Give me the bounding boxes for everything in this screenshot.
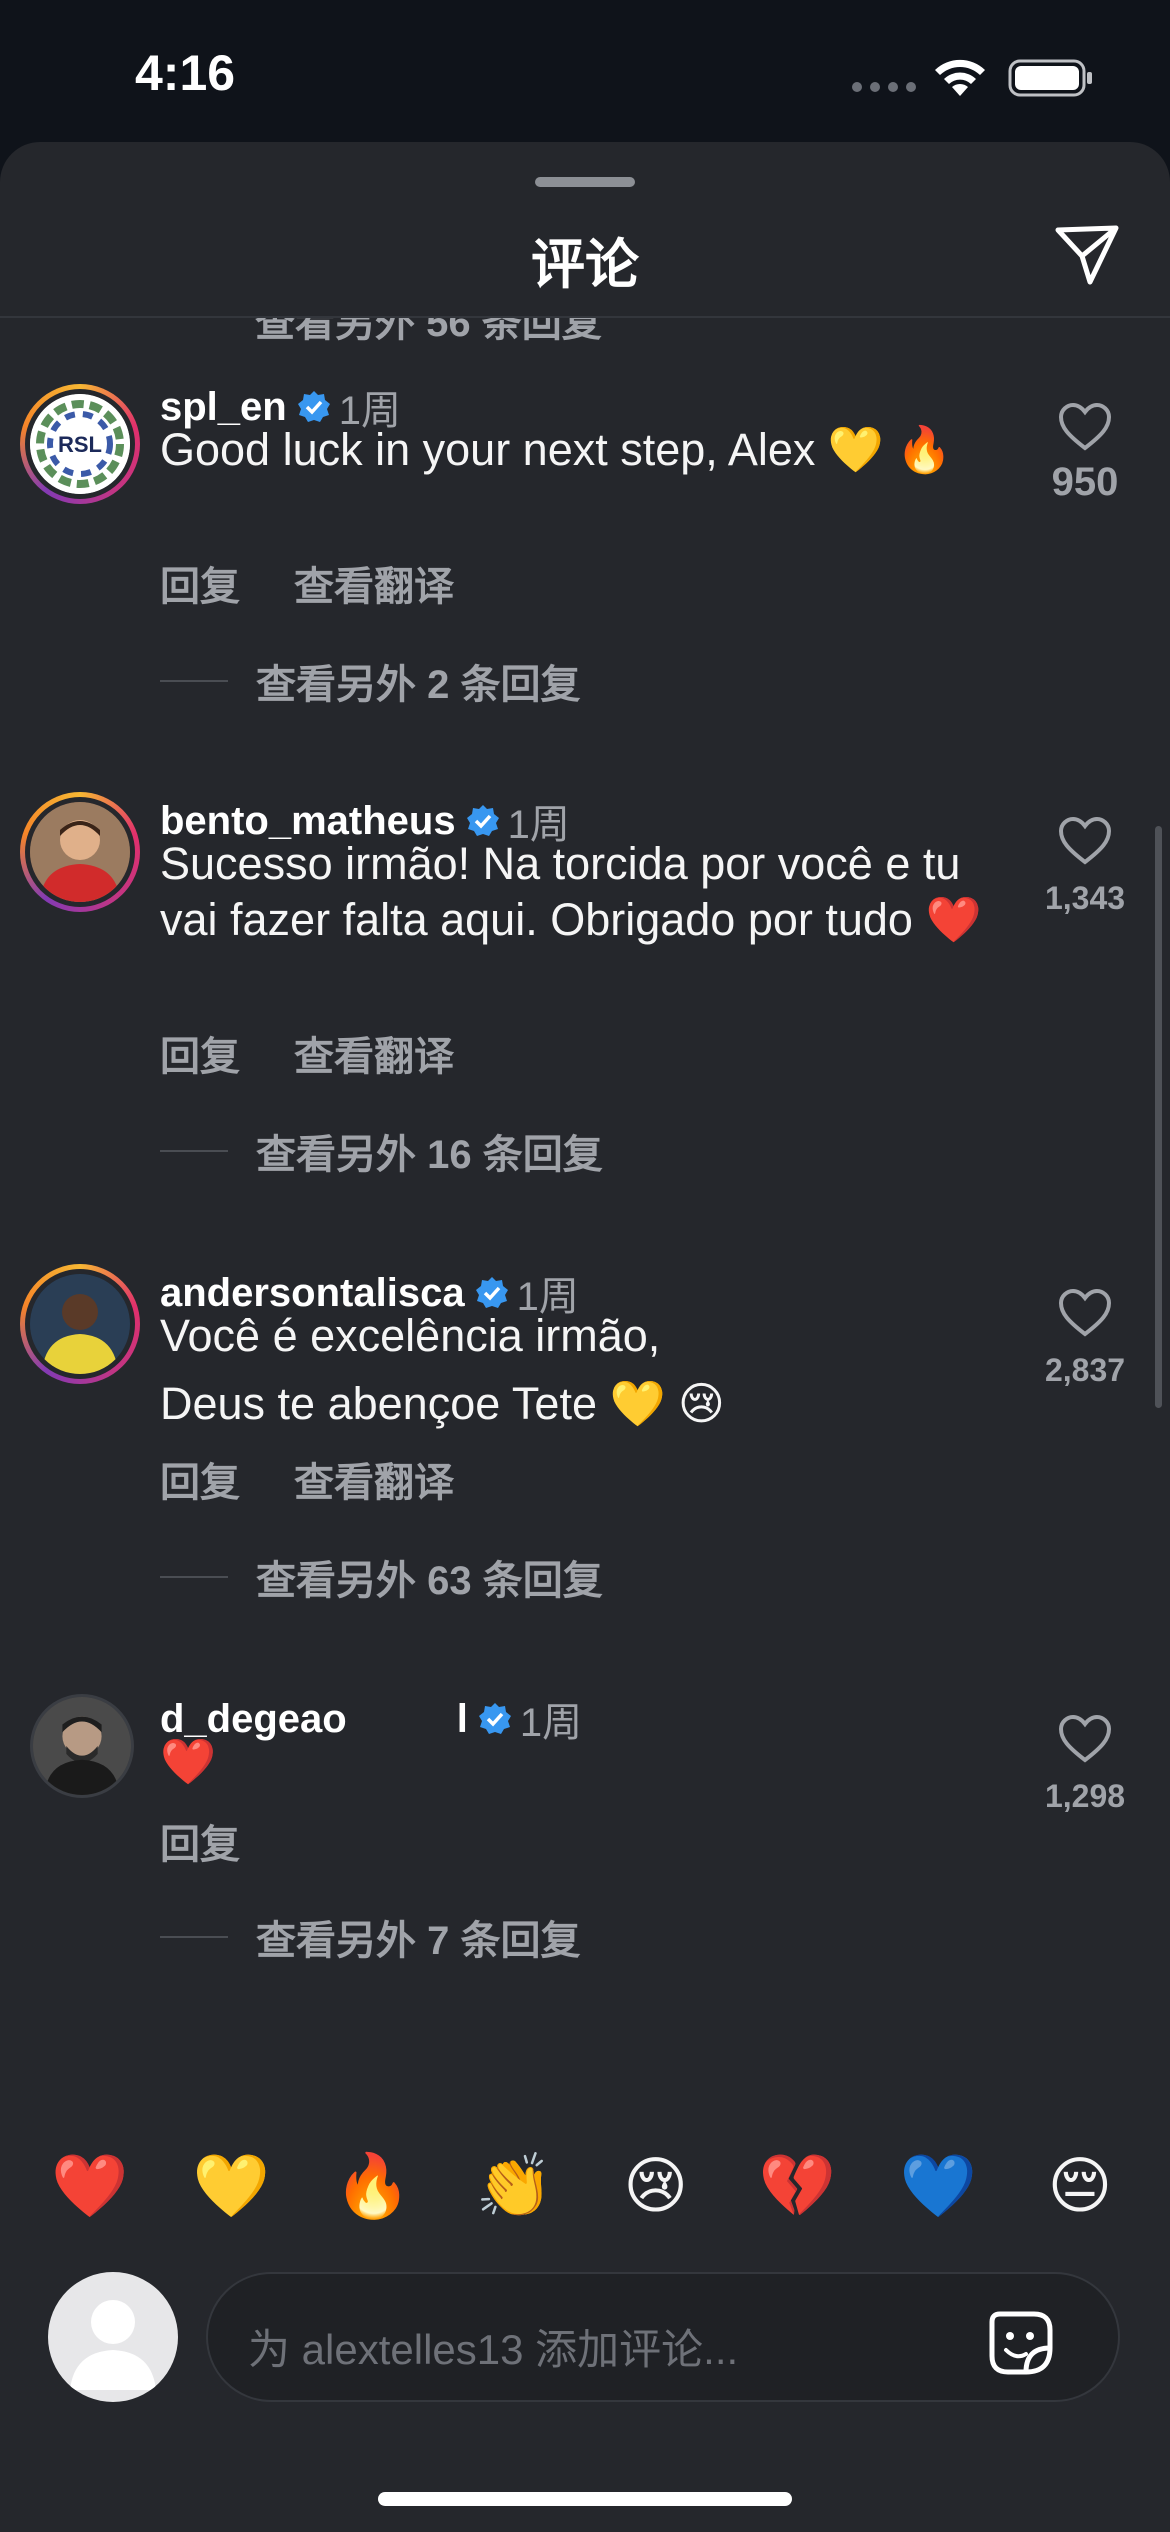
verified-badge-icon (297, 391, 330, 422)
view-more-replies-label: 查看另外 2 条回复 (256, 663, 581, 707)
view-more-replies-label: 查看另外 16 条回复 (256, 1133, 603, 1177)
sheet-title: 评论 (531, 235, 639, 295)
see-translation-button[interactable]: 查看翻译 (294, 1450, 454, 1508)
verified-badge-icon (466, 805, 499, 836)
sheet-grab-handle[interactable] (535, 177, 635, 187)
heart-like-icon[interactable] (1058, 402, 1112, 452)
comment-actions: 回复 查看翻译 (160, 554, 454, 612)
emoji-fire-button[interactable]: 🔥 (333, 2146, 413, 2226)
rsl-logo-image: RSL (30, 394, 130, 494)
like-count: 950 (1051, 460, 1119, 504)
profile-photo (30, 802, 130, 902)
comment-text-line: Você é excelência irmão, (160, 1310, 661, 1361)
emoji-red-heart-button[interactable]: ❤️ (50, 2146, 130, 2226)
view-more-replies[interactable]: 查看另外 7 条回复 (160, 1908, 580, 1966)
sticker-icon[interactable] (986, 2308, 1056, 2378)
comment-text-line: Deus te abençoe Tete 💛 😢 (160, 1378, 725, 1429)
avatar[interactable] (20, 1264, 140, 1384)
heart-like-icon[interactable] (1058, 816, 1112, 866)
scrollbar[interactable] (1155, 826, 1162, 1408)
verified-badge-icon (478, 1703, 511, 1734)
like-count: 2,837 (1044, 1352, 1126, 1388)
see-translation-button[interactable]: 查看翻译 (294, 1024, 454, 1082)
home-indicator[interactable] (378, 2492, 792, 2506)
comment-input-placeholder: 为 alextelles13 添加评论... (248, 2326, 739, 2373)
comment-text: Good luck in your next step, Alex 💛 🔥 (160, 424, 953, 475)
redacted-region (346, 1699, 457, 1739)
reply-button[interactable]: 回复 (160, 554, 240, 612)
my-avatar (48, 2272, 178, 2402)
view-more-replies-label: 查看另外 63 条回复 (256, 1559, 603, 1603)
emoji-crying-button[interactable]: 😢 (616, 2146, 696, 2226)
reply-button[interactable]: 回复 (160, 1812, 240, 1870)
default-avatar-icon (70, 2300, 156, 2390)
like-count: 1,343 (1044, 880, 1126, 916)
reply-button[interactable]: 回复 (160, 1024, 240, 1082)
view-more-replies[interactable]: 查看另外 16 条回复 (160, 1122, 603, 1180)
comment-text: Você é excelência irmão, Deus te abençoe… (160, 1308, 1010, 1432)
comments-list[interactable]: 查看另外 56 条回复 RSL spl_en 1周 Good luck in y… (0, 318, 1170, 2238)
view-more-replies-label: 查看另外 7 条回复 (256, 1919, 581, 1963)
comment-text: ❤️ (160, 1736, 217, 1787)
view-more-replies[interactable]: 查看另外 2 条回复 (160, 652, 580, 710)
comment-actions: 回复 查看翻译 (160, 1024, 454, 1082)
comment-text: Sucesso irmão! Na torcida por você e tu … (160, 838, 982, 945)
status-time: 4:16 (135, 45, 236, 101)
heart-like-icon[interactable] (1058, 1714, 1112, 1764)
emoji-pensive-button[interactable]: 😔 (1040, 2146, 1120, 2226)
emoji-broken-heart-button[interactable]: 💔 (757, 2146, 837, 2226)
comment-actions: 回复 查看翻译 (160, 1450, 454, 1508)
status-bar: 4:16 (0, 0, 1170, 150)
comment-input[interactable]: 为 alextelles13 添加评论... (206, 2272, 1120, 2402)
heart-like-icon[interactable] (1058, 1288, 1112, 1338)
reply-button[interactable]: 回复 (160, 1450, 240, 1508)
verified-badge-icon (475, 1277, 508, 1308)
emoji-reaction-bar: ❤️ 💛 🔥 👏 😢 💔 💙 😔 (0, 2096, 1170, 2276)
like-count: 1,298 (1044, 1778, 1126, 1814)
battery-icon (1008, 59, 1092, 97)
view-more-replies-partial[interactable]: 查看另外 56 条回复 (255, 318, 602, 348)
avatar[interactable]: RSL (20, 384, 140, 504)
emoji-yellow-heart-button[interactable]: 💛 (191, 2146, 271, 2226)
emoji-clapping-button[interactable]: 👏 (474, 2146, 554, 2226)
svg-text:RSL: RSL (58, 432, 102, 457)
wifi-icon (935, 59, 985, 96)
avatar[interactable] (20, 792, 140, 912)
cellular-signal-icon (852, 82, 916, 92)
comment-actions: 回复 (160, 1812, 240, 1870)
view-more-replies[interactable]: 查看另外 63 条回复 (160, 1548, 603, 1606)
share-send-icon[interactable] (1052, 220, 1122, 290)
emoji-blue-heart-button[interactable]: 💙 (899, 2146, 979, 2226)
avatar[interactable] (30, 1694, 134, 1798)
profile-photo (30, 1274, 130, 1374)
profile-photo (33, 1697, 131, 1795)
see-translation-button[interactable]: 查看翻译 (294, 554, 454, 612)
